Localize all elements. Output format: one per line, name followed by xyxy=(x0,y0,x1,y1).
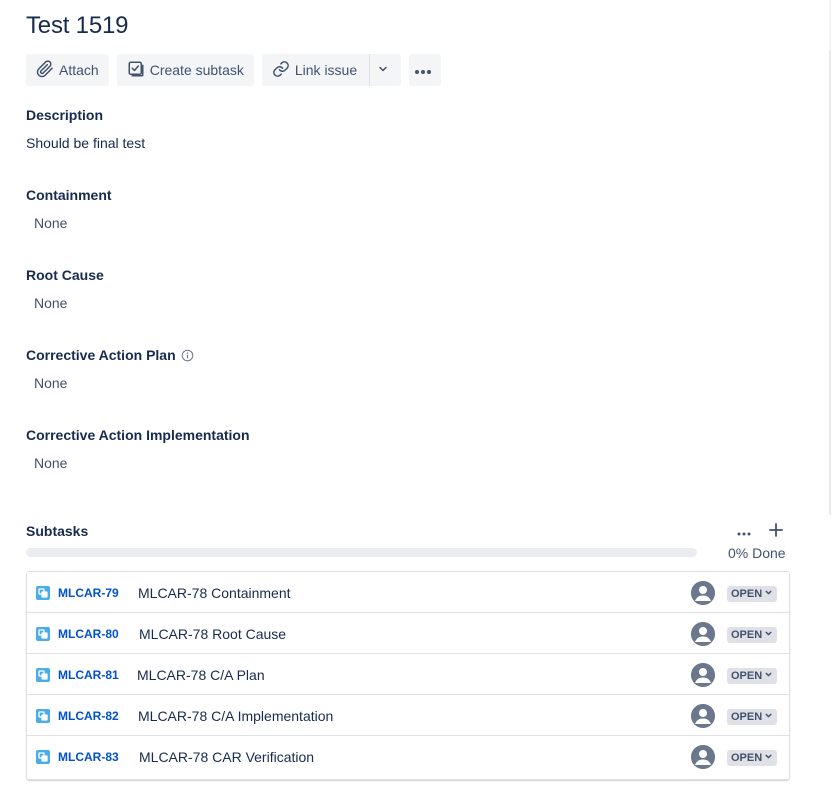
assignee-avatar[interactable] xyxy=(691,745,715,769)
paperclip-icon xyxy=(36,59,59,81)
more-actions-button[interactable] xyxy=(409,54,442,86)
containment-value[interactable]: None xyxy=(34,215,67,231)
corrective-action-plan-label: Corrective Action Plan xyxy=(26,347,176,363)
status-label: OPEN xyxy=(731,588,763,600)
plus-icon xyxy=(769,522,783,542)
subtask-type-icon xyxy=(36,586,50,600)
subtask-summary[interactable]: MLCAR-78 C/A Implementation xyxy=(138,708,333,724)
link-icon xyxy=(272,60,295,81)
subtask-list: MLCAR-79 MLCAR-78 Containment OPEN MLCAR-80… xyxy=(26,571,790,780)
subtasks-more-button[interactable] xyxy=(734,522,754,542)
status-dropdown[interactable]: OPEN xyxy=(727,668,778,684)
subtask-row[interactable]: MLCAR-80 MLCAR-78 Root Cause OPEN xyxy=(27,613,789,654)
subtask-row[interactable]: MLCAR-82 MLCAR-78 C/A Implementation OPEN xyxy=(27,695,789,736)
description-value[interactable]: Should be final test xyxy=(26,135,145,151)
assignee-avatar[interactable] xyxy=(691,704,715,728)
chevron-down-icon xyxy=(762,670,773,682)
subtask-key-link[interactable]: MLCAR-82 xyxy=(58,709,119,723)
subtask-summary[interactable]: MLCAR-78 CAR Verification xyxy=(139,749,314,765)
link-issue-dropdown-button[interactable] xyxy=(369,54,402,86)
description-label: Description xyxy=(26,107,104,123)
link-issue-button-group: Link issue xyxy=(261,54,402,86)
subtasks-title: Subtasks xyxy=(26,523,89,539)
more-icon xyxy=(737,523,751,541)
status-label: OPEN xyxy=(731,752,763,764)
subtask-icon xyxy=(127,60,150,81)
containment-label: Containment xyxy=(26,187,112,203)
user-icon xyxy=(691,622,715,646)
right-panel-edge-top xyxy=(829,0,831,50)
corrective-action-plan-value[interactable]: None xyxy=(34,375,67,391)
subtask-type-icon xyxy=(36,627,50,641)
chevron-down-icon xyxy=(762,629,773,641)
assignee-avatar[interactable] xyxy=(691,663,715,687)
status-label: OPEN xyxy=(731,629,763,641)
assignee-avatar[interactable] xyxy=(691,581,715,605)
subtasks-header: Subtasks xyxy=(26,522,790,543)
issue-toolbar: Attach Create subtask Link issue xyxy=(26,54,442,86)
root-cause-label: Root Cause xyxy=(26,267,104,283)
chevron-down-icon xyxy=(377,62,394,78)
status-dropdown[interactable]: OPEN xyxy=(727,750,778,766)
status-label: OPEN xyxy=(731,670,763,682)
user-icon xyxy=(691,704,715,728)
add-subtask-button[interactable] xyxy=(766,522,786,542)
subtask-summary[interactable]: MLCAR-78 Containment xyxy=(138,585,291,601)
subtask-summary[interactable]: MLCAR-78 Root Cause xyxy=(139,626,286,642)
subtask-key-link[interactable]: MLCAR-83 xyxy=(58,750,119,764)
subtask-row[interactable]: MLCAR-79 MLCAR-78 Containment OPEN xyxy=(27,572,789,613)
link-issue-button-label: Link issue xyxy=(294,62,358,78)
user-icon xyxy=(691,745,715,769)
subtasks-progress-text: 0% Done xyxy=(728,545,786,561)
issue-title[interactable]: Test 1519 xyxy=(26,12,128,40)
status-dropdown[interactable]: OPEN xyxy=(727,627,778,643)
corrective-action-plan-field: Corrective Action Plan xyxy=(26,347,194,363)
chevron-down-icon xyxy=(762,588,773,600)
right-panel-divider[interactable] xyxy=(829,50,831,515)
attach-button[interactable]: Attach xyxy=(26,54,109,86)
status-dropdown[interactable]: OPEN xyxy=(727,709,778,725)
chevron-down-icon xyxy=(762,711,773,723)
more-icon xyxy=(414,62,437,78)
subtasks-actions xyxy=(734,522,786,542)
subtasks-progress-bar xyxy=(26,548,697,557)
link-issue-button[interactable]: Link issue xyxy=(261,54,370,86)
subtask-summary[interactable]: MLCAR-78 C/A Plan xyxy=(137,667,265,683)
subtask-type-icon xyxy=(36,709,50,723)
attach-button-label: Attach xyxy=(59,62,99,78)
subtask-key-link[interactable]: MLCAR-79 xyxy=(58,586,119,600)
info-icon[interactable] xyxy=(181,349,194,362)
subtask-key-link[interactable]: MLCAR-80 xyxy=(58,627,119,641)
status-dropdown[interactable]: OPEN xyxy=(727,586,778,602)
subtask-type-icon xyxy=(36,668,50,682)
subtask-key-link[interactable]: MLCAR-81 xyxy=(58,668,119,682)
user-icon xyxy=(691,581,715,605)
subtask-type-icon xyxy=(36,750,50,764)
subtask-row[interactable]: MLCAR-83 MLCAR-78 CAR Verification OPEN xyxy=(27,736,789,777)
root-cause-value[interactable]: None xyxy=(34,295,67,311)
create-subtask-button-label: Create subtask xyxy=(149,62,244,78)
corrective-action-implementation-label: Corrective Action Implementation xyxy=(26,427,250,443)
create-subtask-button[interactable]: Create subtask xyxy=(116,54,254,86)
corrective-action-implementation-value[interactable]: None xyxy=(34,455,67,471)
status-label: OPEN xyxy=(731,711,763,723)
assignee-avatar[interactable] xyxy=(691,622,715,646)
user-icon xyxy=(691,663,715,687)
subtask-row[interactable]: MLCAR-81 MLCAR-78 C/A Plan OPEN xyxy=(27,654,789,695)
chevron-down-icon xyxy=(762,752,773,764)
